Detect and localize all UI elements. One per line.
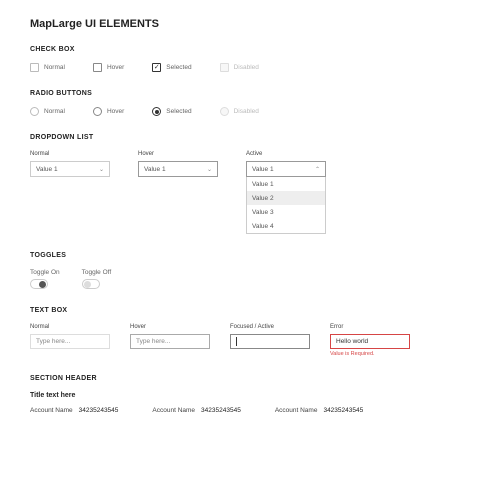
toggle-label: Toggle On [30,269,60,276]
toggle-on[interactable] [30,279,48,289]
textbox-state-label: Hover [130,324,210,330]
radio-label: Disabled [234,108,259,115]
radio-icon [30,107,39,116]
chevron-down-icon: ⌄ [99,166,104,173]
textbox-hover[interactable]: Type here... [130,334,210,349]
dropdown-item[interactable]: Value 4 [247,219,325,233]
radio-hover[interactable]: Hover [93,107,124,116]
textbox-placeholder: Type here... [36,338,70,345]
account-pair: Account Name 34235243545 [275,407,363,414]
dropdown-value: Value 1 [252,166,274,173]
checkbox-box-icon: ✓ [152,63,161,72]
radio-icon [93,107,102,116]
section-header-heading: SECTION HEADER [30,375,470,382]
textbox-error-message: Value is Required. [330,351,410,357]
checkbox-label: Selected [166,64,191,71]
radio-inner-icon [155,110,159,114]
dropdown-list: Value 1 Value 2 Value 3 Value 4 [246,177,326,234]
check-icon: ✓ [154,64,160,71]
account-value: 34235243545 [201,407,241,414]
page-title: MapLarge UI ELEMENTS [30,18,470,30]
radio-icon [152,107,161,116]
checkbox-disabled: Disabled [220,63,259,72]
chevron-up-icon: ⌃ [315,166,320,173]
caret-icon [236,337,237,346]
dropdown-active[interactable]: Value 1 ⌃ [246,161,326,177]
account-label: Account Name [275,407,318,414]
radio-label: Hover [107,108,124,115]
toggle-off[interactable] [82,279,100,289]
radio-selected[interactable]: Selected [152,107,191,116]
account-value: 34235243545 [79,407,119,414]
dropdown-value: Value 1 [36,166,58,173]
checkbox-selected[interactable]: ✓ Selected [152,63,191,72]
dropdown-state-label: Active [246,151,326,157]
dropdown-item[interactable]: Value 3 [247,205,325,219]
textbox-error[interactable]: Hello world [330,334,410,349]
textbox-value: Hello world [336,338,368,345]
textbox-normal[interactable]: Type here... [30,334,110,349]
dropdown-normal[interactable]: Value 1 ⌄ [30,161,110,177]
toggles-section: TOGGLES Toggle On Toggle Off [30,252,470,289]
textbox-state-label: Focused / Active [230,324,310,330]
section-header-section: SECTION HEADER Title text here Account N… [30,375,470,414]
radio-disabled: Disabled [220,107,259,116]
account-label: Account Name [30,407,73,414]
toggle-knob-icon [39,281,46,288]
checkbox-box-icon [220,63,229,72]
account-label: Account Name [152,407,195,414]
radio-section: RADIO BUTTONS Normal Hover Selected Disa… [30,90,470,116]
dropdown-value: Value 1 [144,166,166,173]
textbox-state-label: Error [330,324,410,330]
textbox-state-label: Normal [30,324,110,330]
radio-label: Normal [44,108,65,115]
radio-normal[interactable]: Normal [30,107,65,116]
toggles-heading: TOGGLES [30,252,470,259]
checkbox-heading: CHECK BOX [30,46,470,53]
radio-icon [220,107,229,116]
dropdown-state-label: Hover [138,151,218,157]
toggle-knob-icon [84,281,91,288]
checkbox-box-icon [93,63,102,72]
account-value: 34235243545 [323,407,363,414]
dropdown-hover[interactable]: Value 1 ⌄ [138,161,218,177]
checkbox-normal[interactable]: Normal [30,63,65,72]
dropdown-item[interactable]: Value 1 [247,177,325,191]
radio-label: Selected [166,108,191,115]
dropdown-item[interactable]: Value 2 [247,191,325,205]
textbox-section: TEXT BOX Normal Type here... Hover Type … [30,307,470,357]
checkbox-section: CHECK BOX Normal Hover ✓ Selected Disabl… [30,46,470,72]
checkbox-label: Hover [107,64,124,71]
checkbox-hover[interactable]: Hover [93,63,124,72]
account-pair: Account Name 34235243545 [152,407,240,414]
textbox-placeholder: Type here... [136,338,170,345]
account-pair: Account Name 34235243545 [30,407,118,414]
radio-heading: RADIO BUTTONS [30,90,470,97]
chevron-down-icon: ⌄ [207,166,212,173]
checkbox-label: Normal [44,64,65,71]
dropdown-heading: DROPDOWN LIST [30,134,470,141]
toggle-label: Toggle Off [82,269,112,276]
section-header-title: Title text here [30,392,470,399]
checkbox-box-icon [30,63,39,72]
textbox-active[interactable] [230,334,310,349]
textbox-heading: TEXT BOX [30,307,470,314]
checkbox-label: Disabled [234,64,259,71]
dropdown-state-label: Normal [30,151,110,157]
dropdown-section: DROPDOWN LIST Normal Value 1 ⌄ Hover Val… [30,134,470,234]
